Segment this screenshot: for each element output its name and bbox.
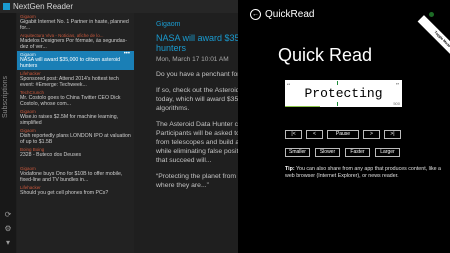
feed-item[interactable]: Lifehacker Should you get cell phones fr… [17, 184, 134, 203]
more-options-icon[interactable]: ••• [124, 51, 130, 57]
article-date: Mon, March 17 10:01 AM [156, 56, 229, 63]
word-display-box: “ ” Protecting 500 [285, 80, 402, 107]
feed-item[interactable]: Gigaom Vodafone buys Ono for $10B to off… [17, 165, 134, 184]
status-dot-icon [429, 12, 434, 17]
previous-word-button[interactable]: < [306, 130, 323, 139]
focus-guide-top [337, 81, 338, 85]
subscriptions-label[interactable]: Subscriptions [2, 76, 9, 118]
feed-item[interactable]: Gigaom Gigabit Internet No. 1 Partner in… [17, 13, 134, 32]
back-arrow-icon[interactable]: ← [250, 9, 261, 20]
feed-item-title: Gigabit Internet No. 1 Partner in haste,… [20, 19, 129, 31]
article-title[interactable]: NASA will award $35,000 to citizen aster… [156, 33, 238, 53]
next-word-button[interactable]: > [363, 130, 380, 139]
feed-item-title: Vodafone buys Ono for $10B to offer mobi… [20, 171, 123, 183]
article-source[interactable]: Gigaom [156, 21, 238, 29]
mode-ribbon[interactable]: Toggle Mode [417, 15, 450, 64]
article-paragraph: The Asteroid Data Hunter contest, which … [156, 121, 238, 164]
feed-item-title: Should you get cell phones from PCs? [20, 190, 109, 196]
first-word-button[interactable]: |< [285, 130, 302, 139]
focus-guide-bottom [337, 102, 338, 106]
app-title: NextGen Reader [13, 2, 74, 11]
feed-item-title: Dish reportedly plans LONDON IPO at valu… [20, 133, 131, 145]
quickread-panel: ← QuickRead Toggle Mode Quick Read “ ” P… [238, 0, 450, 253]
feed-list: Gigaom Gigabit Internet No. 1 Partner in… [17, 13, 134, 253]
filter-icon[interactable]: ▾ [3, 238, 13, 248]
quickread-heading: Quick Read [278, 45, 373, 65]
feed-item-title: Wise.io raises $2.5M for machine learnin… [20, 114, 119, 126]
feed-item-title: NASA will award $35,000 to citizen aster… [20, 57, 121, 69]
feed-item[interactable]: Gigaom Wise.io raises $2.5M for machine … [17, 108, 134, 127]
feed-item[interactable]: Lifehacker Sponsored post: Attend 2014's… [17, 70, 134, 89]
feed-item-title: Mr. Costolo goes to China Twitter CEO Di… [20, 95, 121, 107]
reader-app-window: NextGen Reader Subscriptions ⟳ ⚙ ▾ Gigao… [0, 0, 238, 253]
faster-button[interactable]: Faster [345, 148, 370, 157]
refresh-icon[interactable]: ⟳ [3, 210, 13, 220]
article-paragraph: “Protecting the planet from asteroid thr… [156, 173, 238, 189]
feed-item-title: Sponsored post: Attend 2014's hottest te… [20, 76, 119, 88]
app-title-bar: NextGen Reader [0, 0, 238, 13]
feed-item-selected[interactable]: Gigaom NASA will award $35,000 to citize… [17, 51, 134, 70]
panel-title: QuickRead [265, 9, 315, 20]
feed-item[interactable]: Arquitectura Viva - Noticias, afiche de … [17, 32, 134, 51]
feed-item-title: 2328 - Buteco dos Deuses [20, 152, 82, 158]
article-pane: Gigaom NASA will award $35,000 to citize… [134, 13, 238, 253]
current-word: Protecting [304, 86, 383, 101]
smaller-button[interactable]: Smaller [285, 148, 310, 157]
last-word-button[interactable]: >| [384, 130, 401, 139]
wpm-readout: 500 [393, 101, 400, 106]
tip-label: Tip: [285, 166, 295, 172]
tip-text: Tip: You can also share from any app tha… [285, 166, 445, 180]
article-paragraph: Do you have a penchant for spotting aste… [156, 71, 238, 78]
tip-body: You can also share from any app that pro… [285, 166, 441, 179]
settings-icon[interactable]: ⚙ [3, 224, 13, 234]
feed-item[interactable]: Boing Boing 2328 - Buteco dos Deuses [17, 146, 134, 165]
app-logo-icon [3, 3, 10, 10]
pause-button[interactable]: Pause [327, 130, 359, 139]
larger-button[interactable]: Larger [375, 148, 400, 157]
article-paragraph: If so, check out the Asteroid Data Hunte… [156, 87, 238, 112]
slower-button[interactable]: Slower [315, 148, 340, 157]
feed-item[interactable]: TechCrunch Mr. Costolo goes to China Twi… [17, 89, 134, 108]
feed-item-title: Madelos Designers Por fórmate, às segund… [20, 38, 127, 50]
left-navigation-rail: Subscriptions ⟳ ⚙ ▾ [0, 13, 16, 253]
reading-progress-bar [285, 106, 321, 107]
feed-item[interactable]: Gigaom Dish reportedly plans LONDON IPO … [17, 127, 134, 146]
